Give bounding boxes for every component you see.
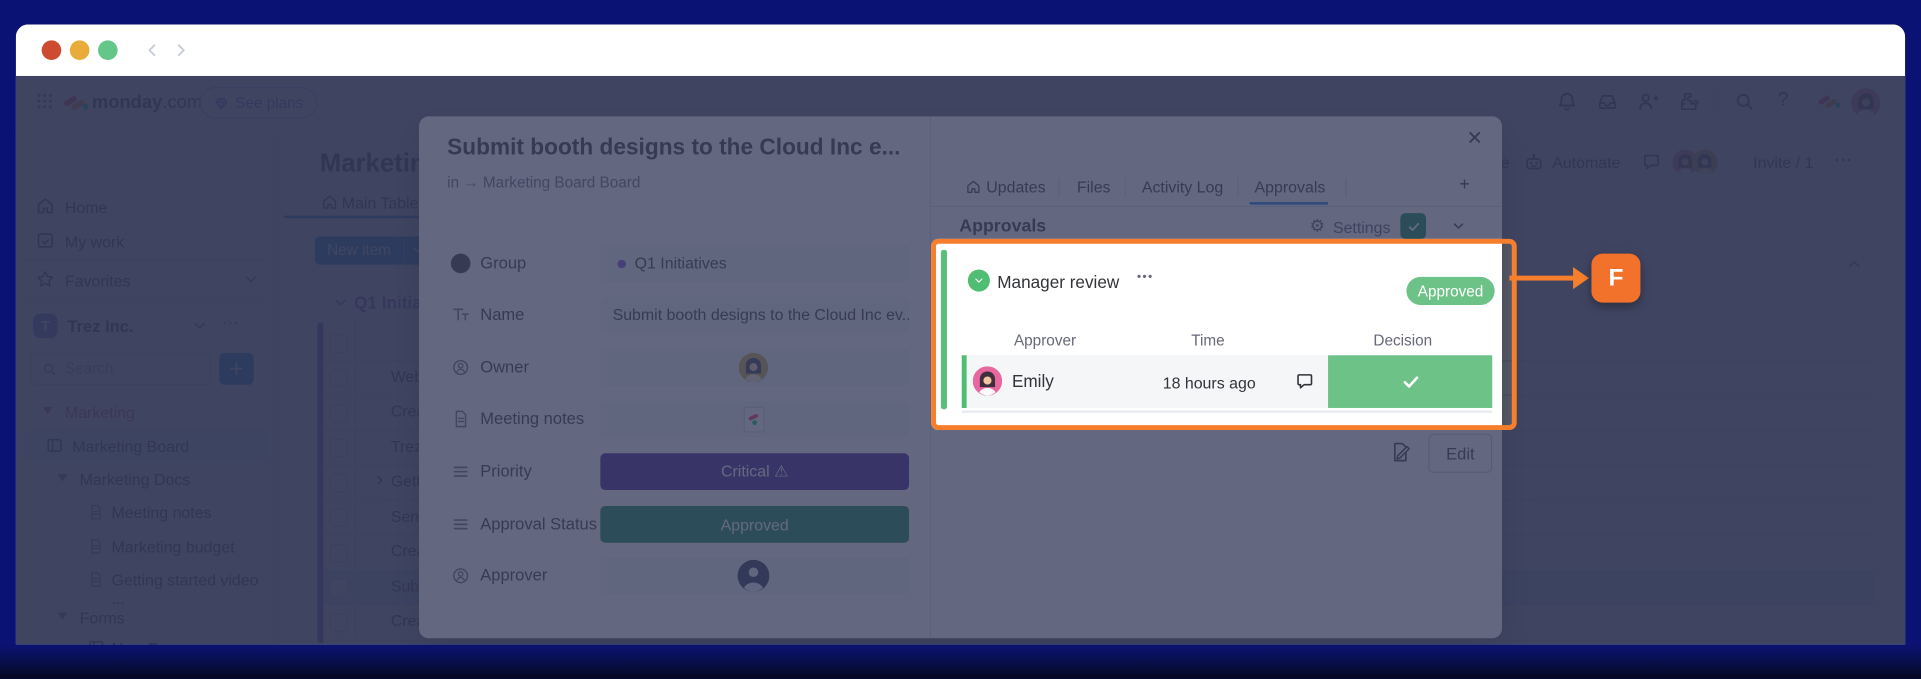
name-field-value[interactable]: Submit booth designs to the Cloud Inc ev… xyxy=(600,296,909,333)
tab-divider xyxy=(1237,178,1238,198)
approval-status-field-icon xyxy=(451,515,471,535)
edit-button-label: Edit xyxy=(1446,444,1475,462)
group-field-value[interactable]: Q1 Initiatives xyxy=(600,245,909,282)
group-field-icon xyxy=(451,254,471,274)
priority-field-icon xyxy=(451,462,471,482)
tab-divider xyxy=(1059,178,1060,198)
active-tab-underline xyxy=(1250,202,1328,204)
tab-files[interactable]: Files xyxy=(1077,178,1111,196)
approver-row-avatar xyxy=(973,366,1002,395)
priority-field-label: Priority xyxy=(480,462,531,480)
approver-avatar xyxy=(738,560,770,592)
settings-button[interactable]: Settings xyxy=(1333,218,1391,236)
panel-divider xyxy=(931,206,1502,207)
tab-divider xyxy=(1125,178,1126,198)
approval-card-green-bar xyxy=(941,250,947,409)
owner-avatar xyxy=(739,353,768,382)
minimize-window-button[interactable] xyxy=(70,40,90,60)
tab-divider xyxy=(1345,178,1346,198)
meeting-notes-field-value[interactable] xyxy=(600,401,909,438)
approval-time: 18 hours ago xyxy=(1136,374,1283,392)
approval-status-field-label: Approval Status xyxy=(480,515,597,533)
nav-forward-icon[interactable] xyxy=(172,40,192,60)
checkbox-chevron-down-icon[interactable] xyxy=(1451,218,1467,234)
row-green-accent xyxy=(962,355,967,408)
app-area: monday.com See plans ? Home xyxy=(16,76,1905,644)
approval-status-value-text: Approved xyxy=(721,515,789,533)
column-header-approver: Approver xyxy=(995,332,1095,349)
group-color-dot xyxy=(617,260,626,269)
review-more-button[interactable]: ••• xyxy=(1137,271,1154,284)
annotation-letter: F xyxy=(1608,264,1623,292)
meeting-notes-field-label: Meeting notes xyxy=(480,409,584,427)
review-step-title: Manager review xyxy=(997,272,1119,292)
nav-back-icon[interactable] xyxy=(142,40,162,60)
annotation-arrow-line xyxy=(1509,276,1575,281)
edit-doc-icon[interactable] xyxy=(1389,441,1411,463)
approver-field-icon xyxy=(451,566,471,586)
tab-updates[interactable]: Updates xyxy=(986,178,1045,196)
annotation-arrowhead xyxy=(1573,267,1589,289)
decision-approved-cell[interactable] xyxy=(1328,355,1492,408)
status-badge: Approved xyxy=(1406,277,1494,305)
approver-field-label: Approver xyxy=(480,566,547,584)
tab-activity-log[interactable]: Activity Log xyxy=(1142,178,1223,196)
approver-row[interactable]: Emily 18 hours ago xyxy=(962,355,1492,408)
item-breadcrumb[interactable]: in → Marketing Board Board xyxy=(447,174,640,191)
group-field-label: Group xyxy=(480,254,526,272)
priority-value-text: Critical ⚠ xyxy=(721,462,788,482)
tab-approvals[interactable]: Approvals xyxy=(1255,178,1326,196)
close-window-button[interactable] xyxy=(42,40,62,60)
approval-status-cell[interactable]: Approved xyxy=(600,506,909,543)
updates-home-icon xyxy=(965,179,981,195)
gear-icon[interactable]: ⚙ xyxy=(1310,216,1325,237)
approvals-heading: Approvals xyxy=(959,217,1046,237)
group-value-text: Q1 Initiatives xyxy=(635,254,727,272)
name-field-icon xyxy=(451,305,471,325)
approval-card: Manager review ••• Approved Approver Tim… xyxy=(937,244,1501,416)
owner-field-icon xyxy=(451,358,471,378)
status-badge-label: Approved xyxy=(1418,282,1484,299)
approval-collapse-chevron-icon[interactable] xyxy=(968,270,990,292)
file-icon xyxy=(744,407,765,433)
item-detail-modal: Submit booth designs to the Cloud Inc e.… xyxy=(419,116,1502,638)
name-value-text: Submit booth designs to the Cloud Inc ev… xyxy=(613,305,909,323)
row-shadow-line xyxy=(962,410,1492,412)
window-titlebar xyxy=(16,25,1905,76)
screen: monday.com See plans ? Home xyxy=(0,0,1921,679)
approval-column-checkbox[interactable] xyxy=(1400,213,1426,239)
owner-field-value[interactable] xyxy=(600,349,909,386)
priority-status-cell[interactable]: Critical ⚠ xyxy=(600,453,909,490)
modal-panel-divider xyxy=(930,116,931,638)
close-icon[interactable]: ✕ xyxy=(1466,126,1482,151)
column-header-time: Time xyxy=(1158,332,1258,349)
annotation-label-badge: F xyxy=(1591,254,1640,303)
browser-window: monday.com See plans ? Home xyxy=(16,25,1905,645)
comment-bubble-icon[interactable] xyxy=(1295,371,1315,391)
meeting-notes-field-icon xyxy=(451,409,471,429)
edit-button[interactable]: Edit xyxy=(1429,434,1493,473)
name-field-label: Name xyxy=(480,305,524,323)
approver-name: Emily xyxy=(1012,371,1054,391)
add-tab-button[interactable]: + xyxy=(1459,174,1470,195)
maximize-window-button[interactable] xyxy=(98,40,118,60)
approver-field-value[interactable] xyxy=(600,557,909,594)
column-header-decision: Decision xyxy=(1353,332,1453,349)
owner-field-label: Owner xyxy=(480,358,529,376)
item-title: Submit booth designs to the Cloud Inc e.… xyxy=(447,134,900,161)
frame-bottom-band xyxy=(0,644,1921,678)
